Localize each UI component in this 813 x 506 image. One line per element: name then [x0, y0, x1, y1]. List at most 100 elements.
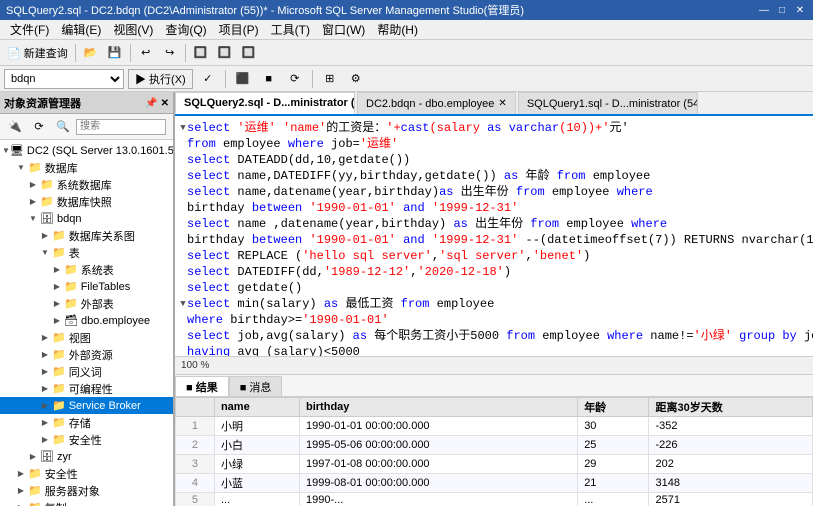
code-line[interactable]: select name,DATEDIFF(yy,birthday,getdate…: [175, 168, 813, 184]
expand-icon[interactable]: ▶: [38, 384, 52, 393]
maximize-button[interactable]: □: [775, 3, 789, 17]
expand-icon[interactable]: ▶: [38, 350, 52, 359]
tree-node-zyr[interactable]: ▶🗄zyr: [0, 448, 173, 465]
minimize-button[interactable]: —: [757, 3, 771, 17]
window-controls[interactable]: — □ ✕: [757, 3, 807, 17]
redo-button[interactable]: ↪: [159, 42, 181, 64]
expand-icon[interactable]: ▶: [38, 418, 52, 427]
oe-refresh-button[interactable]: ⟳: [28, 116, 50, 138]
expand-icon[interactable]: ▶: [26, 197, 40, 206]
tab[interactable]: SQLQuery2.sql - D...ministrator (55))* ✕: [175, 92, 355, 114]
expand-icon[interactable]: ▶: [26, 180, 40, 189]
tree-node-filetables[interactable]: ▶📁FileTables: [0, 278, 173, 295]
parse-button[interactable]: ✓: [197, 68, 219, 90]
tree-node-databases[interactable]: ▼📁数据库: [0, 159, 173, 176]
menu-item[interactable]: 项目(P): [213, 20, 265, 39]
expand-icon[interactable]: ▶: [38, 401, 52, 410]
database-selector[interactable]: bdqn: [4, 69, 124, 89]
result-tab[interactable]: ■ 消息: [229, 376, 283, 396]
oe-search-input[interactable]: [76, 119, 166, 135]
toolbar-btn3[interactable]: 🔲: [238, 42, 260, 64]
expand-icon[interactable]: ▶: [50, 282, 64, 291]
code-line[interactable]: select name ,datename(year,birthday) as …: [175, 216, 813, 232]
code-line[interactable]: select DATEDIFF(dd,'1989-12-12','2020-12…: [175, 264, 813, 280]
tree-node-security2[interactable]: ▶📁安全性: [0, 465, 173, 482]
tree-node-system_db[interactable]: ▶📁系统数据库: [0, 176, 173, 193]
tree-node-synonyms[interactable]: ▶📁同义词: [0, 363, 173, 380]
tree-node-dbo_employee[interactable]: ▶🗃dbo.employee: [0, 312, 173, 329]
new-query-button[interactable]: 📄 新建查询: [4, 42, 71, 64]
expand-icon[interactable]: ▶: [50, 265, 64, 274]
expand-icon[interactable]: ▶: [38, 367, 52, 376]
tree-node-views[interactable]: ▶📁视图: [0, 329, 173, 346]
tree-node-db_diagram[interactable]: ▶📁数据库关系图: [0, 227, 173, 244]
tree-node-tables[interactable]: ▼📁表: [0, 244, 173, 261]
code-line[interactable]: select name,datename(year,birthday)as 出生…: [175, 184, 813, 200]
debug-button[interactable]: ⬛: [232, 68, 254, 90]
expand-icon[interactable]: ▶: [26, 452, 40, 461]
pin-icon[interactable]: 📌: [145, 98, 157, 109]
code-line[interactable]: birthday between '1990-01-01' and '1999-…: [175, 232, 813, 248]
tree-node-db_snapshot[interactable]: ▶📁数据库快照: [0, 193, 173, 210]
oe-connect-button[interactable]: 🔌: [4, 116, 26, 138]
code-line[interactable]: select job,avg(salary) as 每个职务工资小于5000 f…: [175, 328, 813, 344]
code-line[interactable]: ▼select '运维' 'name'的工资是：'+cast(salary as…: [175, 120, 813, 136]
code-line[interactable]: birthday between '1990-01-01' and '1999-…: [175, 200, 813, 216]
expand-icon[interactable]: ▶: [38, 231, 52, 240]
expand-icon[interactable]: ▶: [38, 435, 52, 444]
tree-node-ext_tables[interactable]: ▶📁外部表: [0, 295, 173, 312]
expand-icon[interactable]: ▼: [38, 248, 52, 257]
expand-icon[interactable]: ▼: [14, 163, 28, 172]
expand-icon[interactable]: ▼: [26, 214, 40, 223]
open-button[interactable]: 📂: [80, 42, 102, 64]
menu-item[interactable]: 窗口(W): [316, 20, 371, 39]
save-button[interactable]: 💾: [104, 42, 126, 64]
tab-close-button[interactable]: ✕: [498, 98, 506, 109]
tree-node-dc2[interactable]: ▼🖥DC2 (SQL Server 13.0.1601.5 - DC2\A...: [0, 142, 173, 159]
expand-icon[interactable]: ▶: [50, 316, 64, 325]
code-line[interactable]: from employee where job='运维': [175, 136, 813, 152]
results-button[interactable]: ⊞: [319, 68, 341, 90]
menu-item[interactable]: 查询(Q): [159, 20, 212, 39]
toolbar-btn2[interactable]: 🔲: [214, 42, 236, 64]
close-icon[interactable]: ✕: [161, 98, 169, 109]
undo-button[interactable]: ↩: [135, 42, 157, 64]
code-line[interactable]: select getdate(): [175, 280, 813, 296]
tab[interactable]: SQLQuery1.sql - D...ministrator (54))* ✕: [518, 92, 698, 114]
query-editor[interactable]: ▼select '运维' 'name'的工资是：'+cast(salary as…: [175, 116, 813, 356]
tab[interactable]: DC2.bdqn - dbo.employee ✕: [357, 92, 516, 114]
toolbar-btn1[interactable]: 🔲: [190, 42, 212, 64]
expand-icon[interactable]: ▶: [50, 299, 64, 308]
tree-node-storage[interactable]: ▶📁存储: [0, 414, 173, 431]
expand-icon[interactable]: ▼: [2, 146, 10, 155]
tree-node-programmability[interactable]: ▶📁可编程性: [0, 380, 173, 397]
code-line[interactable]: where birthday>='1990-01-01': [175, 312, 813, 328]
code-line[interactable]: select DATEADD(dd,10,getdate()): [175, 152, 813, 168]
tree-node-security[interactable]: ▶📁安全性: [0, 431, 173, 448]
menu-item[interactable]: 帮助(H): [371, 20, 424, 39]
tree-node-replication[interactable]: ▶📁复制: [0, 499, 173, 506]
close-button[interactable]: ✕: [793, 3, 807, 17]
expand-icon[interactable]: ▶: [14, 469, 28, 478]
tree-node-sys_tables[interactable]: ▶📁系统表: [0, 261, 173, 278]
tree-node-server_obj[interactable]: ▶📁服务器对象: [0, 482, 173, 499]
result-tab[interactable]: ■ 结果: [175, 376, 229, 396]
stop-button[interactable]: ■: [258, 68, 280, 90]
code-line[interactable]: having avg (salary)<5000: [175, 344, 813, 356]
oe-filter-button[interactable]: 🔍: [52, 116, 74, 138]
menu-item[interactable]: 编辑(E): [55, 20, 107, 39]
expand-icon[interactable]: ▶: [14, 486, 28, 495]
execute-button[interactable]: ▶ 执行(X): [128, 69, 193, 89]
tree-node-bdqn[interactable]: ▼🗄bdqn: [0, 210, 173, 227]
step-button[interactable]: ⟳: [284, 68, 306, 90]
query-options-button[interactable]: ⚙: [345, 68, 367, 90]
expand-icon[interactable]: ▶: [38, 333, 52, 342]
tree-node-ext_resources[interactable]: ▶📁外部资源: [0, 346, 173, 363]
menu-item[interactable]: 文件(F): [4, 20, 55, 39]
menu-item[interactable]: 工具(T): [265, 20, 316, 39]
code-line[interactable]: select REPLACE ('hello sql server','sql …: [175, 248, 813, 264]
code-line[interactable]: ▼select min(salary) as 最低工资 from employe…: [175, 296, 813, 312]
tree-node-service_broker[interactable]: ▶📁Service Broker: [0, 397, 173, 414]
menu-item[interactable]: 视图(V): [107, 20, 159, 39]
result-area[interactable]: namebirthday年龄距离30岁天数1小明1990-01-01 00:00…: [175, 396, 813, 506]
